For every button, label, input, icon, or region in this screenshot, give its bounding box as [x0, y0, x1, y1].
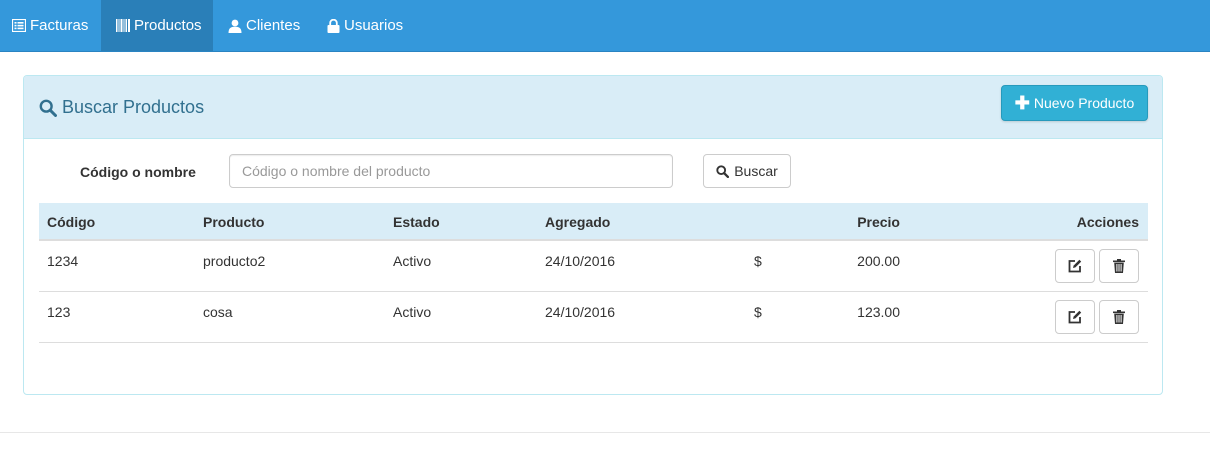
table-header: Código Producto Estado Agregado Precio A…: [39, 203, 1148, 241]
search-icon: [39, 99, 57, 117]
footer-divider: [0, 432, 1210, 433]
cell-producto: cosa: [203, 304, 233, 320]
search-button[interactable]: Buscar: [703, 154, 791, 188]
panel-title-text: Buscar Productos: [62, 97, 205, 117]
nav-item-label: Usuarios: [344, 17, 404, 34]
delete-button[interactable]: [1099, 300, 1139, 334]
search-input[interactable]: [229, 154, 673, 188]
cell-agregado: 24/10/2016: [545, 253, 616, 269]
header-acciones: Acciones: [1076, 214, 1139, 230]
edit-button[interactable]: [1055, 249, 1095, 283]
nav-item-label: Facturas: [30, 17, 89, 34]
lock-icon: [327, 18, 340, 33]
cell-precio: 200.00: [857, 253, 900, 269]
cell-producto: producto2: [203, 253, 266, 269]
nav-item-label: Productos: [134, 17, 202, 34]
header-precio: Precio: [857, 214, 900, 230]
nav-item-facturas[interactable]: Facturas: [0, 0, 102, 51]
cell-codigo: 123: [47, 304, 71, 320]
plus-icon: ✚: [1014, 93, 1030, 113]
trash-icon: [1113, 310, 1125, 324]
cell-currency: $: [754, 304, 762, 320]
edit-icon: [1068, 310, 1082, 324]
new-product-label: Nuevo Producto: [1033, 95, 1135, 111]
cell-estado: Activo: [393, 304, 432, 320]
table-row: 1234 producto2 Activo 24/10/2016 $ 200.0…: [39, 241, 1148, 292]
edit-button[interactable]: [1055, 300, 1095, 334]
barcode-icon: [116, 19, 130, 32]
table-row: 123 cosa Activo 24/10/2016 $ 123.00: [39, 292, 1148, 343]
list-alt-icon: [12, 19, 26, 32]
search-label: Código o nombre: [80, 164, 196, 180]
header-agregado: Agregado: [545, 214, 611, 230]
search-button-label: Buscar: [734, 163, 778, 179]
cell-precio: 123.00: [857, 304, 900, 320]
panel-title: Buscar Productos: [39, 97, 204, 118]
cell-estado: Activo: [393, 253, 432, 269]
new-product-button[interactable]: ✚ Nuevo Producto: [1001, 85, 1148, 121]
search-products-panel: Buscar Productos ✚ Nuevo Producto Código…: [23, 75, 1163, 395]
header-producto: Producto: [203, 214, 265, 230]
nav-item-label: Clientes: [246, 17, 301, 34]
top-navbar: Facturas Productos Clientes Usuarios: [0, 0, 1210, 52]
header-codigo: Código: [47, 214, 96, 230]
panel-heading: Buscar Productos ✚ Nuevo Producto: [24, 76, 1162, 139]
header-estado: Estado: [393, 214, 440, 230]
cell-codigo: 1234: [47, 253, 79, 269]
cell-currency: $: [754, 253, 762, 269]
delete-button[interactable]: [1099, 249, 1139, 283]
nav-item-clientes[interactable]: Clientes: [228, 0, 300, 51]
trash-icon: [1113, 259, 1125, 273]
products-table: Código Producto Estado Agregado Precio A…: [39, 203, 1148, 343]
nav-item-productos[interactable]: Productos: [101, 0, 213, 51]
search-icon: [716, 164, 730, 178]
edit-icon: [1068, 259, 1082, 273]
nav-item-usuarios[interactable]: Usuarios: [327, 0, 403, 51]
cell-agregado: 24/10/2016: [545, 304, 616, 320]
user-icon: [228, 19, 242, 33]
